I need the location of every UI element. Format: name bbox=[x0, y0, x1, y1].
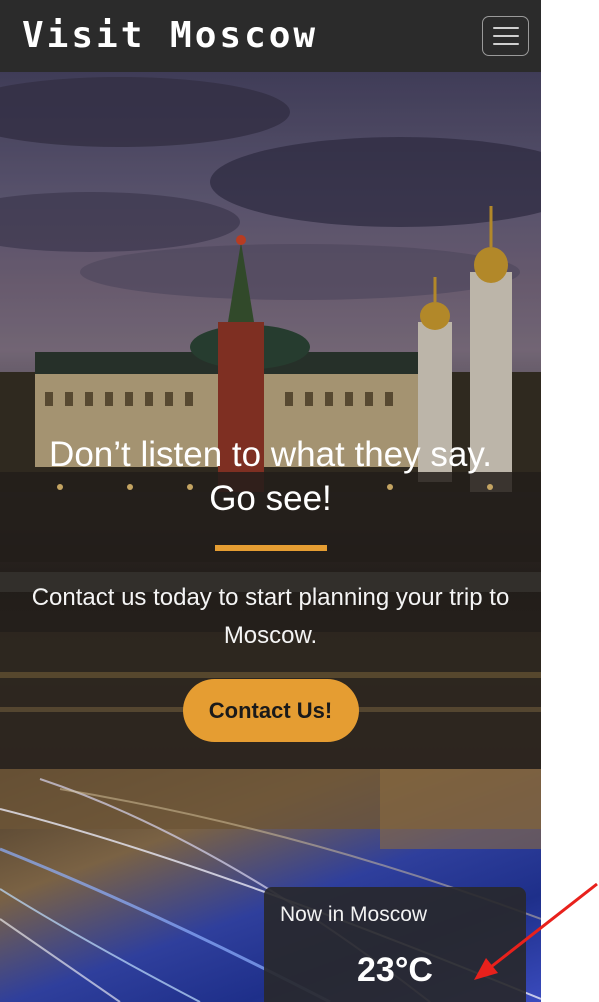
hero-heading: Don’t listen to what they say. Go see! bbox=[0, 427, 541, 521]
hamburger-menu-icon bbox=[492, 27, 519, 29]
navbar: Visit Moscow bbox=[0, 0, 541, 72]
hero-content: Don’t listen to what they say. Go see! C… bbox=[0, 427, 541, 742]
hero-heading-line1: Don’t listen to what they say. bbox=[49, 435, 492, 474]
brand-logo[interactable]: Visit Moscow bbox=[22, 18, 318, 54]
accent-divider bbox=[214, 545, 327, 551]
hero-heading-line2: Go see! bbox=[209, 479, 332, 518]
weather-label: Now in Moscow bbox=[280, 903, 428, 926]
hero-subtitle: Contact us today to start planning your … bbox=[31, 584, 510, 649]
weather-temperature: 23°C bbox=[357, 951, 433, 989]
menu-toggle-button[interactable] bbox=[482, 16, 529, 56]
phone-viewport: Visit Moscow Don’t listen to what they s… bbox=[0, 0, 541, 1002]
weather-widget: Now in Moscow 23°C bbox=[264, 887, 526, 1002]
contact-us-button[interactable]: Contact Us! bbox=[182, 679, 359, 742]
hero-section: Don’t listen to what they say. Go see! C… bbox=[0, 72, 541, 769]
